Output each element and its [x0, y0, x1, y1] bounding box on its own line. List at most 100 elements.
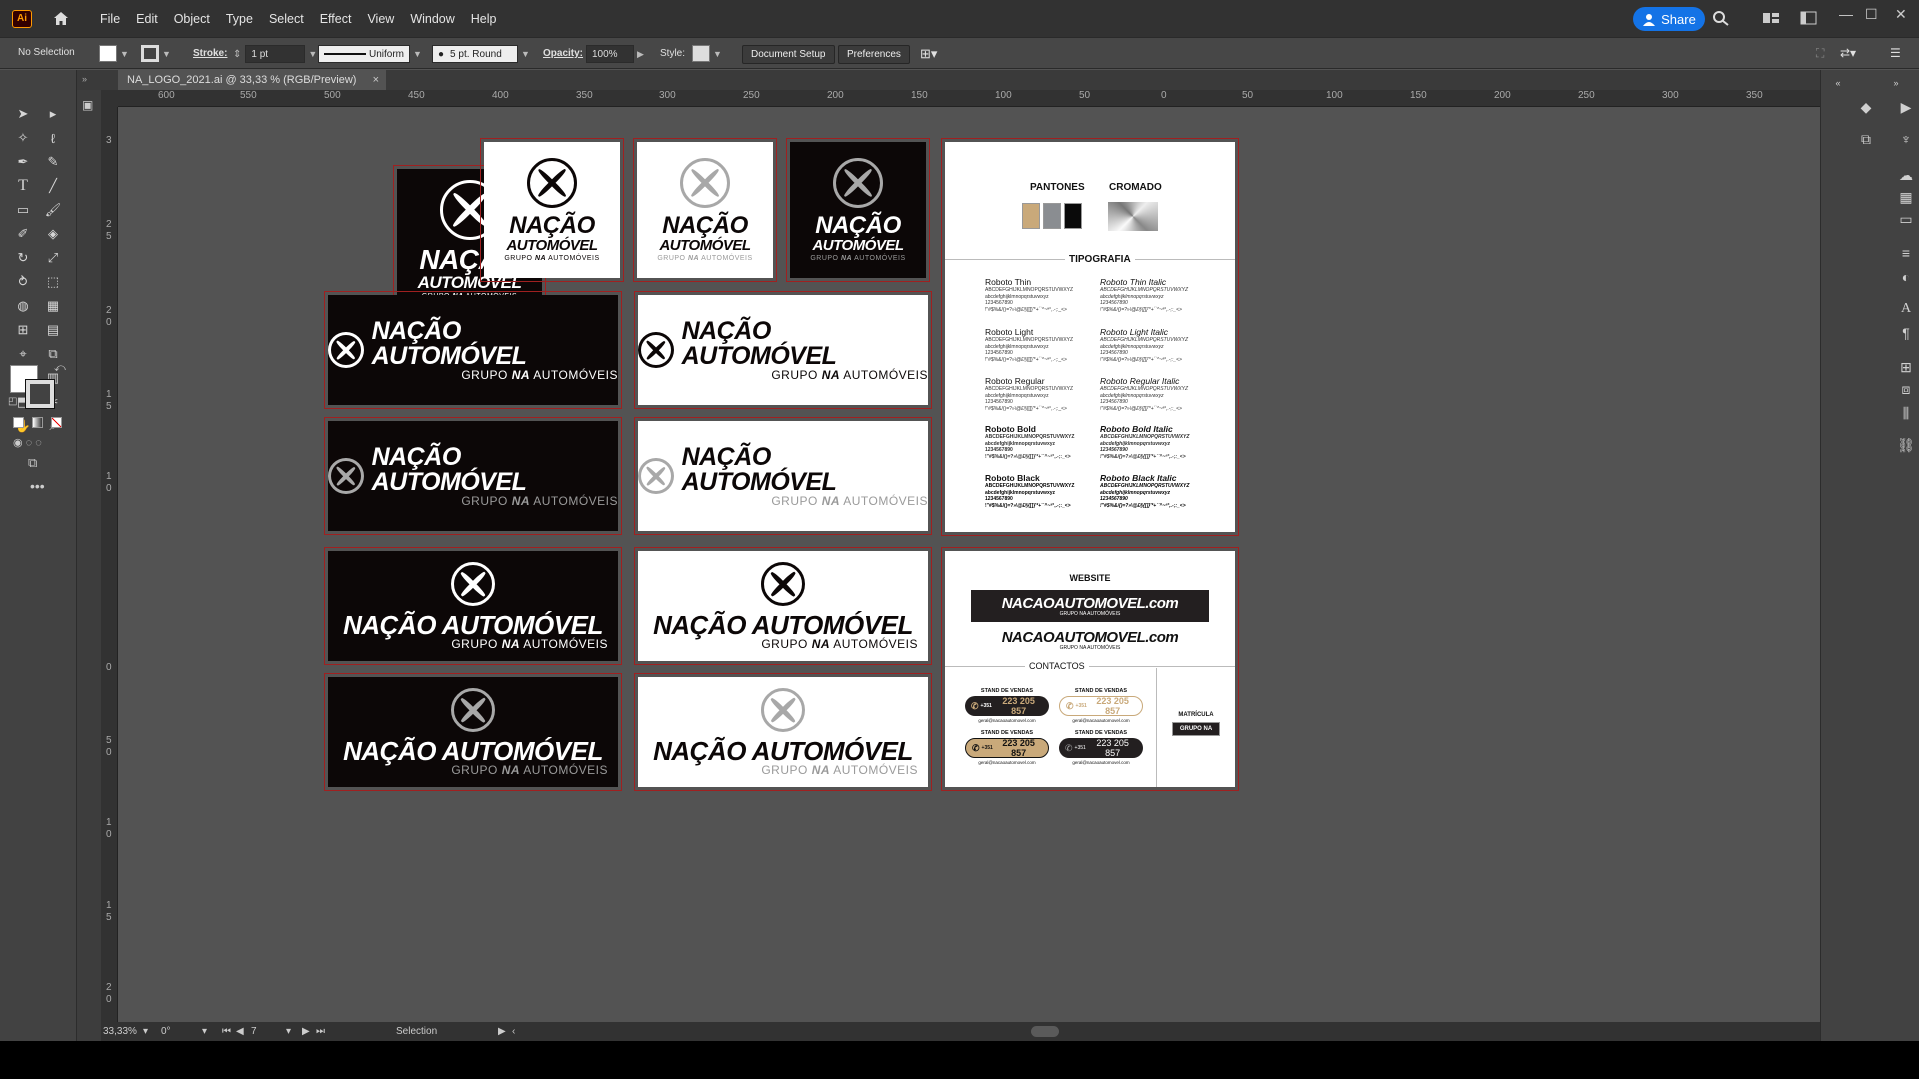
- layers-toggle-icon[interactable]: ▣: [82, 98, 93, 112]
- menu-select[interactable]: Select: [261, 12, 312, 26]
- artboard-logo-light-chrome[interactable]: NAÇÃO AUTOMÓVEL GRUPO NA AUTOMÓVEIS: [633, 138, 777, 282]
- chevron-down-icon[interactable]: ▾: [286, 1026, 291, 1037]
- artboard-website-contacts[interactable]: WEBSITE NACAOAUTOMOVEL.com GRUPO NA AUTO…: [941, 547, 1239, 791]
- artboard-stacked-dark-chrome[interactable]: NAÇÃO AUTOMÓVEL GRUPO NA AUTOMÓVEIS: [324, 673, 622, 791]
- shape-builder-icon[interactable]: ◍: [13, 296, 33, 316]
- graphic-style-swatch[interactable]: ▼: [692, 45, 722, 62]
- close-window-icon[interactable]: ✕: [1895, 6, 1907, 23]
- menu-edit[interactable]: Edit: [128, 12, 166, 26]
- chevron-right-icon[interactable]: ▶: [498, 1026, 506, 1037]
- fill-swatch[interactable]: ▼: [99, 45, 129, 62]
- swap-colors-icon[interactable]: ⤺: [54, 362, 66, 375]
- stroke-swatch[interactable]: ▼: [141, 45, 171, 62]
- paintbrush-icon[interactable]: 🖌: [43, 200, 63, 220]
- pen-tool-icon[interactable]: ✒: [13, 152, 33, 172]
- magic-wand-icon[interactable]: ✧: [13, 128, 33, 148]
- lasso-icon[interactable]: ℓ: [43, 128, 63, 148]
- chevron-left-icon[interactable]: ‹: [512, 1026, 515, 1037]
- horizontal-ruler[interactable]: 600 550 500 450 400 350 300 250 200 150 …: [118, 90, 1820, 107]
- rotate-tool-icon[interactable]: ↻: [13, 248, 33, 268]
- artboard-stacked-light-chrome[interactable]: NAÇÃO AUTOMÓVEL GRUPO NA AUTOMÓVEIS: [634, 673, 932, 791]
- eyedropper-icon[interactable]: ⌖: [13, 344, 33, 364]
- minimize-icon[interactable]: —: [1839, 6, 1853, 22]
- rectangle-tool-icon[interactable]: ▭: [13, 200, 33, 220]
- ruler-origin[interactable]: [101, 90, 118, 107]
- search-icon[interactable]: [1712, 10, 1730, 26]
- first-artboard-icon[interactable]: ⏮: [222, 1026, 231, 1037]
- more-tools-icon[interactable]: •••: [30, 478, 45, 494]
- gradient-tool-icon[interactable]: ▤: [43, 320, 63, 340]
- stroke-panel-icon[interactable]: ≡: [1897, 244, 1915, 262]
- last-artboard-icon[interactable]: ⏭: [316, 1026, 325, 1037]
- maximize-icon[interactable]: ☐: [1865, 6, 1878, 23]
- menu-view[interactable]: View: [359, 12, 402, 26]
- artboard-horizontal-light[interactable]: NAÇÃO AUTOMÓVEL GRUPO NA AUTOMÓVEIS: [634, 291, 932, 409]
- play-action-icon[interactable]: ▶: [1897, 98, 1915, 116]
- pathfinder-icon[interactable]: ⧈: [1897, 380, 1915, 398]
- color-mode-icon[interactable]: [13, 417, 24, 428]
- collapse-icon[interactable]: «: [1829, 74, 1847, 92]
- workspace-icon[interactable]: [1800, 10, 1818, 26]
- stroke-label[interactable]: Stroke:: [193, 48, 227, 59]
- prev-artboard-icon[interactable]: ◀: [236, 1026, 244, 1037]
- artboard-stacked-dark[interactable]: NAÇÃO AUTOMÓVEL GRUPO NA AUTOMÓVEIS: [324, 547, 622, 665]
- artboard-canvas[interactable]: NAÇÃO AUTOMÓVEL GRUPO NA AUTOMÓVEIS NAÇÃ…: [118, 108, 1820, 1022]
- default-colors-icon[interactable]: ◰: [8, 396, 17, 407]
- menu-window[interactable]: Window: [402, 12, 462, 26]
- type-tool-icon[interactable]: T: [13, 176, 33, 196]
- stroke-weight-field[interactable]: ⇕ 1 pt ▼: [233, 45, 317, 63]
- expand-icon[interactable]: »: [82, 74, 87, 84]
- shaper-tool-icon[interactable]: ✐: [13, 224, 33, 244]
- menu-help[interactable]: Help: [463, 12, 505, 26]
- blend-tool-icon[interactable]: ⧉: [43, 344, 63, 364]
- home-icon[interactable]: [50, 9, 72, 29]
- opacity-label[interactable]: Opacity:: [543, 48, 583, 59]
- transparency-icon[interactable]: ◐: [1897, 268, 1915, 286]
- chevron-down-icon[interactable]: ▾: [202, 1026, 207, 1037]
- swatches-icon[interactable]: ▦: [1897, 188, 1915, 206]
- close-tab-icon[interactable]: ×: [373, 74, 379, 86]
- artboard-horizontal-dark[interactable]: NAÇÃO AUTOMÓVEL GRUPO NA AUTOMÓVEIS: [324, 291, 622, 409]
- menu-effect[interactable]: Effect: [312, 12, 360, 26]
- gradient-panel-icon[interactable]: ▭: [1897, 210, 1915, 228]
- rotate-view-field[interactable]: 0°: [161, 1026, 171, 1037]
- variable-width-profile[interactable]: Uniform ▼: [318, 45, 422, 63]
- artboard-horizontal-dark-chrome[interactable]: NAÇÃO AUTOMÓVEL GRUPO NA AUTOMÓVEIS: [324, 417, 622, 535]
- next-artboard-icon[interactable]: ▶: [302, 1026, 310, 1037]
- artboard-stacked-light[interactable]: NAÇÃO AUTOMÓVEL GRUPO NA AUTOMÓVEIS: [634, 547, 932, 665]
- brushes-icon[interactable]: ☁: [1897, 166, 1915, 184]
- document-tab[interactable]: NA_LOGO_2021.ai @ 33,33 % (RGB/Preview) …: [118, 70, 386, 90]
- opacity-field[interactable]: 100% ▶: [586, 45, 644, 63]
- artboard-number-field[interactable]: 7: [251, 1026, 257, 1037]
- warp-tool-icon[interactable]: ⥁: [13, 272, 33, 292]
- artboard-logo-light[interactable]: NAÇÃO AUTOMÓVEL GRUPO NA AUTOMÓVEIS: [480, 138, 624, 282]
- horizontal-scrollbar-thumb[interactable]: [1031, 1026, 1059, 1037]
- line-tool-icon[interactable]: ╱: [43, 176, 63, 196]
- align-icon[interactable]: ⊞▾: [920, 46, 937, 62]
- document-setup-button[interactable]: Document Setup: [742, 45, 835, 64]
- curvature-tool-icon[interactable]: ✎: [43, 152, 63, 172]
- links-icon[interactable]: ⛓: [1897, 436, 1915, 454]
- perspective-grid-icon[interactable]: ▦: [43, 296, 63, 316]
- chevron-down-icon[interactable]: ▾: [143, 1026, 148, 1037]
- vertical-ruler[interactable]: 3 2 5 2 0 1 5 1 0 0 5 0 1 0 1 5 2 0: [101, 107, 118, 1022]
- mesh-tool-icon[interactable]: ⊞: [13, 320, 33, 340]
- character-icon[interactable]: A: [1897, 300, 1915, 318]
- expand-icon[interactable]: »: [1887, 74, 1905, 92]
- selection-tool-icon[interactable]: ➤: [13, 104, 33, 124]
- menu-file[interactable]: File: [92, 12, 128, 26]
- none-mode-icon[interactable]: [51, 417, 62, 428]
- eraser-icon[interactable]: ◈: [43, 224, 63, 244]
- stroke-color-box[interactable]: [25, 379, 55, 409]
- arrange-documents-icon[interactable]: [1762, 10, 1780, 26]
- artboard-brand-guide[interactable]: PANTONES CROMADO TIPOGRAFIA Roboto Thin A…: [941, 138, 1239, 536]
- paragraph-icon[interactable]: ¶: [1897, 324, 1915, 342]
- free-transform-icon[interactable]: ⬚: [43, 272, 63, 292]
- scale-tool-icon[interactable]: ⤢: [43, 248, 63, 268]
- layers-icon[interactable]: ◆: [1857, 98, 1875, 116]
- screen-mode-icon[interactable]: ⧉: [28, 455, 37, 471]
- artboards-icon[interactable]: ⧉: [1857, 130, 1875, 148]
- gradient-mode-icon[interactable]: [32, 417, 43, 428]
- direct-selection-tool-icon[interactable]: ▸: [43, 104, 63, 124]
- align-panel-icon[interactable]: ⫼: [1897, 404, 1915, 422]
